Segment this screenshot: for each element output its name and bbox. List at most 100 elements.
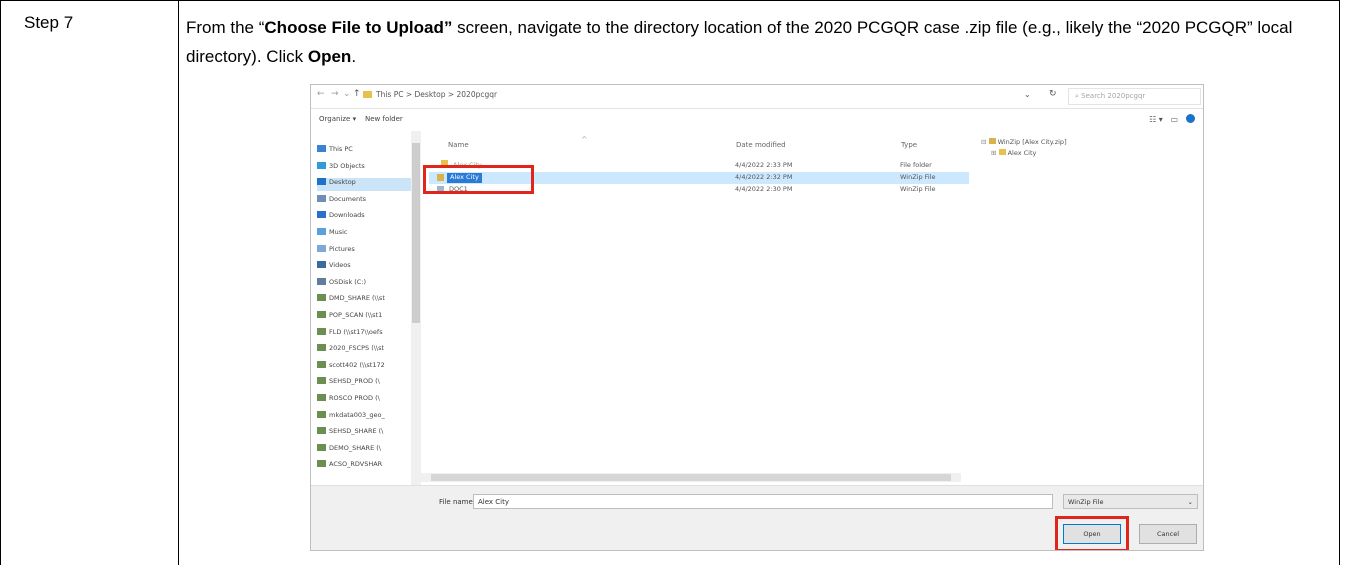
- view-icon[interactable]: ☷ ▾: [1149, 115, 1163, 124]
- step-instructions: From the “Choose File to Upload” screen,…: [186, 13, 1326, 71]
- sidebar-item[interactable]: This PC: [317, 145, 417, 158]
- preview-pane-icon[interactable]: ▭: [1170, 115, 1178, 124]
- sidebar-item-label: SEHSD_SHARE (\: [329, 427, 384, 436]
- sidebar-item[interactable]: Music: [317, 228, 417, 241]
- column-name[interactable]: Name: [448, 141, 469, 149]
- sidebar-item[interactable]: Desktop: [317, 178, 417, 192]
- cancel-button[interactable]: Cancel: [1139, 524, 1197, 544]
- file-name-label: File name:: [439, 498, 476, 506]
- sidebar-item-label: FLD (\\st17\\oefs: [329, 327, 383, 336]
- breadcrumb-text: This PC > Desktop > 2020pcgqr: [376, 90, 498, 99]
- file-type-value: WinZip File: [1068, 498, 1104, 506]
- file-type: WinZip File: [900, 185, 936, 193]
- column-date-modified[interactable]: Date modified: [736, 141, 786, 149]
- sidebar-item[interactable]: POP_SCAN (\\st1: [317, 311, 417, 324]
- sidebar-item-label: OSDisk (C:): [329, 277, 367, 286]
- network-drive-icon: [317, 377, 326, 385]
- instruction-text-3: .: [351, 47, 357, 66]
- scrollbar-thumb[interactable]: [431, 474, 951, 481]
- sidebar-item-label: DEMO_SHARE (\: [329, 443, 381, 452]
- table-top-border: [0, 0, 1340, 1]
- preview-tree-child: ⊞ Alex City: [991, 149, 1037, 157]
- new-folder-button[interactable]: New folder: [365, 115, 403, 123]
- network-drive-icon: [317, 360, 326, 368]
- search-input[interactable]: ⌕ Search 2020pcgqr: [1068, 88, 1201, 105]
- sidebar-item[interactable]: ROSCO PROD (\: [317, 394, 417, 407]
- sidebar-item-label: This PC: [329, 145, 353, 153]
- refresh-icon[interactable]: ↻: [1049, 89, 1057, 99]
- preview-tree-zip: WinZip [Alex City.zip]: [997, 138, 1067, 146]
- help-icon[interactable]: [1186, 114, 1195, 123]
- sidebar-item[interactable]: Documents: [317, 194, 417, 208]
- red-highlight-box: [423, 165, 534, 194]
- folder-icon: [317, 178, 326, 186]
- network-drive-icon: [317, 427, 326, 435]
- step-cell: Step 7: [0, 0, 179, 565]
- sidebar-item[interactable]: 3D Objects: [317, 161, 417, 175]
- network-drive-icon: [317, 294, 326, 302]
- network-drive-icon: [317, 344, 326, 352]
- forward-arrow-icon[interactable]: →: [331, 89, 339, 99]
- sidebar-item-label: Downloads: [329, 211, 365, 220]
- file-name-input[interactable]: Alex City: [473, 494, 1053, 509]
- file-type: WinZip File: [900, 173, 936, 181]
- up-arrow-icon[interactable]: ↑: [353, 89, 361, 99]
- sidebar-item-label: mkdata003_geo_: [329, 410, 385, 419]
- sidebar-item[interactable]: DMD_SHARE (\\st: [317, 294, 417, 307]
- file-type: File folder: [900, 161, 932, 169]
- folder-icon: [317, 161, 326, 169]
- folder-icon: [317, 145, 326, 152]
- address-dropdown-icon[interactable]: ⌄: [1024, 90, 1031, 99]
- breadcrumb[interactable]: This PC > Desktop > 2020pcgqr: [363, 90, 497, 99]
- sidebar-item[interactable]: SEHSD_PROD (\: [317, 377, 417, 390]
- organize-button[interactable]: Organize ▾: [319, 115, 356, 123]
- network-drive-icon: [317, 394, 326, 401]
- column-type[interactable]: Type: [901, 141, 917, 149]
- network-drive-icon: [317, 443, 326, 451]
- folder-icon: [317, 211, 326, 219]
- sort-caret-icon: ^: [581, 135, 588, 144]
- sidebar-item[interactable]: FLD (\\st17\\oefs: [317, 327, 417, 341]
- folder-icon: [317, 194, 326, 202]
- sidebar-item[interactable]: ACSO_RDVSHAR: [317, 460, 417, 473]
- sidebar-item[interactable]: DEMO_SHARE (\: [317, 443, 417, 457]
- folder-icon: [317, 244, 326, 252]
- sidebar-item[interactable]: scott402 (\\st172: [317, 360, 417, 374]
- command-bar: Organize ▾ New folder ☷ ▾ ▭: [311, 109, 1203, 131]
- file-dialog-screenshot: ← → ⌄ ↑ This PC > Desktop > 2020pcgqr ⌄ …: [310, 84, 1204, 551]
- folder-icon: [363, 91, 372, 98]
- dialog-footer: File name: Alex City WinZip File ⌄ Open C…: [311, 485, 1203, 550]
- preview-tree-root: ⊟ WinZip [Alex City.zip]: [981, 138, 1067, 146]
- chevron-down-icon[interactable]: ⌄: [343, 89, 351, 99]
- instruction-text-1: From the “: [186, 18, 265, 37]
- sidebar-item-label: DMD_SHARE (\\st: [329, 294, 385, 303]
- sidebar-item[interactable]: SEHSD_SHARE (\: [317, 427, 417, 440]
- back-arrow-icon[interactable]: ←: [317, 89, 325, 99]
- sidebar-item-label: ROSCO PROD (\: [329, 394, 380, 402]
- sidebar-item-label: Desktop: [329, 178, 356, 187]
- navigation-pane: This PC 3D Objects Desktop Documents Downloa…: [311, 131, 421, 485]
- sidebar-item[interactable]: OSDisk (C:): [317, 277, 417, 291]
- network-drive-icon: [317, 311, 326, 318]
- file-type-select[interactable]: WinZip File ⌄: [1063, 494, 1198, 509]
- network-drive-icon: [317, 410, 326, 418]
- folder-icon: [317, 261, 326, 269]
- horizontal-scrollbar[interactable]: [421, 473, 961, 482]
- sidebar-item-label: ACSO_RDVSHAR: [329, 460, 383, 469]
- navigation-scrollbar[interactable]: [411, 131, 421, 485]
- folder-icon: [317, 228, 326, 235]
- sidebar-item[interactable]: Pictures: [317, 244, 417, 258]
- sidebar-item[interactable]: Downloads: [317, 211, 417, 224]
- sidebar-item-label: 2020_FSCPS (\\st: [329, 344, 385, 353]
- red-highlight-box: [1055, 516, 1129, 550]
- file-date: 4/4/2022 2:33 PM: [735, 161, 793, 169]
- scrollbar-thumb[interactable]: [412, 143, 420, 323]
- sidebar-item[interactable]: mkdata003_geo_: [317, 410, 417, 424]
- sidebar-item[interactable]: Videos: [317, 261, 417, 274]
- folder-icon: [317, 277, 326, 285]
- table-right-border: [1339, 0, 1340, 565]
- instruction-open: Open: [307, 47, 352, 66]
- sidebar-item-label: Documents: [329, 194, 367, 203]
- sidebar-item[interactable]: 2020_FSCPS (\\st: [317, 344, 417, 357]
- view-options[interactable]: ☷ ▾ ▭: [1149, 114, 1195, 124]
